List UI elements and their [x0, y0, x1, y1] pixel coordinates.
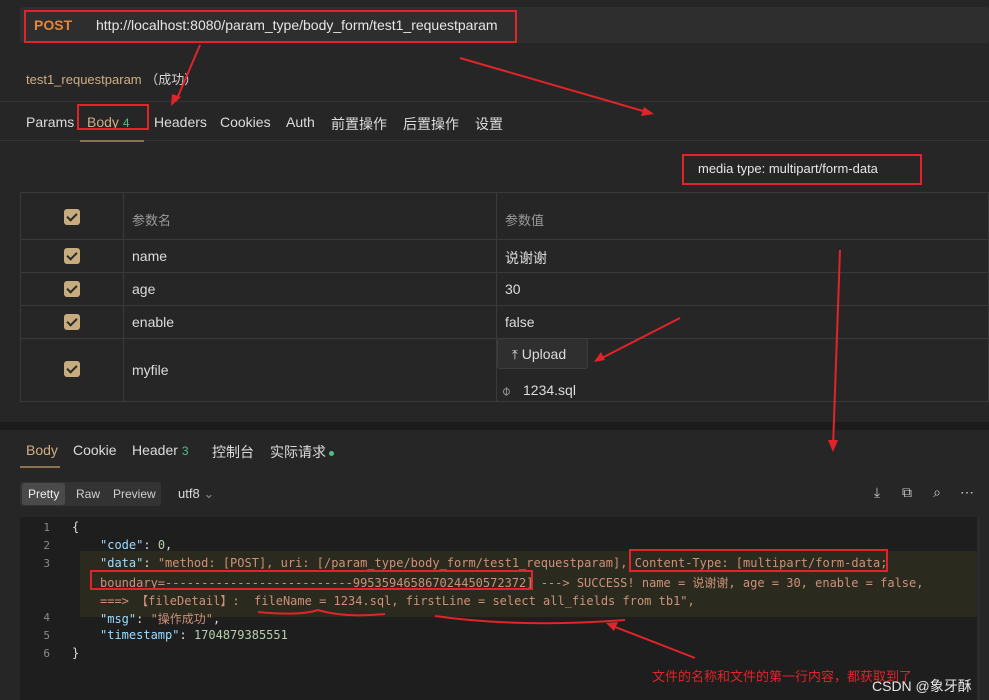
underline-firstline [434, 615, 626, 625]
annotation-arrows [171, 44, 841, 659]
arrowhead [641, 107, 654, 116]
underline-filename [257, 608, 386, 617]
arrow-to-upload [597, 317, 681, 361]
arrow-to-media-type [459, 57, 651, 114]
arrowhead [171, 94, 181, 106]
arrow-to-filedetail [609, 624, 696, 659]
watermark: CSDN @象牙酥 [872, 678, 972, 694]
arrow-to-response [832, 249, 841, 449]
arrowhead [828, 440, 838, 452]
arrowhead [594, 352, 605, 362]
arrow-to-body-tab [175, 44, 201, 102]
